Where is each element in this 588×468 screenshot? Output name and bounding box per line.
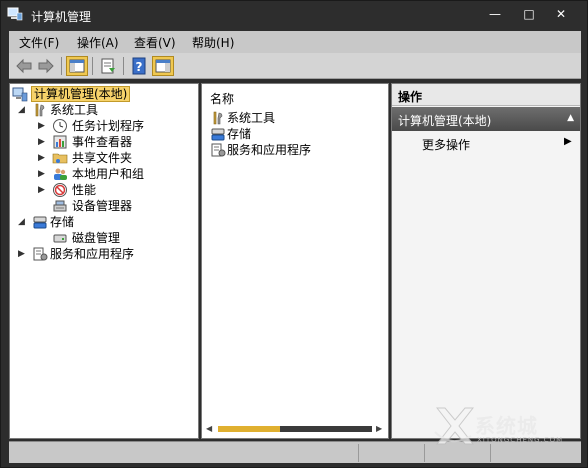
toolbar-separator xyxy=(92,57,93,75)
maximize-button[interactable]: □ xyxy=(517,5,541,23)
computer-management-icon xyxy=(7,7,23,21)
tree-label-local-users: 本地用户和组 xyxy=(72,167,145,181)
menu-file[interactable]: 文件(F) xyxy=(19,34,59,51)
event-viewer-icon xyxy=(53,135,67,149)
expand-arrow-icon[interactable]: ▶ xyxy=(38,166,48,182)
show-hide-tree-button[interactable] xyxy=(66,56,88,76)
menu-view[interactable]: 查看(V) xyxy=(134,34,176,51)
tree-item-system-tools[interactable]: ◢ 系统工具 xyxy=(18,102,188,118)
tree-item-device-manager[interactable]: 设备管理器 xyxy=(38,198,188,214)
tree-label-device-manager: 设备管理器 xyxy=(72,199,133,213)
tree-label-system-tools: 系统工具 xyxy=(50,103,99,117)
window-title: 计算机管理 xyxy=(31,10,92,24)
menu-help[interactable]: 帮助(H) xyxy=(192,34,234,51)
list-item[interactable]: 服务和应用程序 xyxy=(210,142,380,158)
shared-folder-icon xyxy=(52,153,68,164)
back-button[interactable] xyxy=(13,56,35,76)
close-button[interactable]: ✕ xyxy=(549,5,573,23)
tree-label-performance: 性能 xyxy=(72,183,97,197)
storage-icon xyxy=(211,128,225,141)
expand-arrow-icon[interactable]: ▶ xyxy=(38,150,48,166)
column-header-name[interactable]: 名称 xyxy=(210,90,234,107)
tree-label-root: 计算机管理(本地) xyxy=(31,86,131,102)
list-item-label: 存储 xyxy=(227,127,252,141)
actions-pane: 操作 计算机管理(本地) ▲ 更多操作 ▶ xyxy=(391,83,581,439)
back-arrow-icon xyxy=(16,58,32,74)
expand-arrow-icon[interactable]: ▶ xyxy=(38,118,48,134)
more-actions-item[interactable]: 更多操作 xyxy=(422,136,470,153)
watermark-logo-icon xyxy=(434,407,475,445)
toolbar-separator xyxy=(61,57,62,75)
show-hide-action-pane-icon xyxy=(155,59,171,73)
svg-text:?: ? xyxy=(136,60,143,74)
collapse-arrow-icon[interactable]: ◢ xyxy=(18,102,28,118)
tree-item-performance[interactable]: ▶ 性能 xyxy=(38,182,188,198)
actions-group-label: 计算机管理(本地) xyxy=(398,114,492,128)
collapse-arrow-icon[interactable]: ◢ xyxy=(18,214,28,230)
toolbar: ? xyxy=(9,53,581,79)
tree-item-task-scheduler[interactable]: ▶ 任务计划程序 xyxy=(38,118,188,134)
collapse-caret-icon[interactable]: ▲ xyxy=(567,113,574,123)
computer-management-icon xyxy=(12,87,28,102)
disk-management-icon xyxy=(53,234,67,243)
list-item-label: 服务和应用程序 xyxy=(227,143,312,157)
expand-arrow-icon[interactable]: ▶ xyxy=(38,134,48,150)
title-bar[interactable]: 计算机管理 — □ ✕ xyxy=(1,1,587,29)
export-list-icon xyxy=(101,58,115,74)
clock-icon xyxy=(53,119,67,133)
status-segment xyxy=(9,444,359,462)
minimize-button[interactable]: — xyxy=(483,5,507,23)
tree-label-disk-management: 磁盘管理 xyxy=(72,231,121,245)
computer-management-window: 计算机管理 — □ ✕ 文件(F) 操作(A) 查看(V) 帮助(H) ? 计算… xyxy=(0,0,588,468)
performance-icon xyxy=(53,183,67,197)
status-segment xyxy=(359,444,425,462)
watermark-subtext: XITONGCHENG.COM xyxy=(477,436,564,444)
device-manager-icon xyxy=(53,200,67,212)
tree-label-services-apps: 服务和应用程序 xyxy=(50,247,135,261)
show-hide-action-pane-button[interactable] xyxy=(152,56,174,76)
tree-item-shared-folders[interactable]: ▶ 共享文件夹 xyxy=(38,150,188,166)
console-tree-pane[interactable]: 计算机管理(本地) ◢ 系统工具 ▶ 任务计划程序 ▶ 事件查看器 ▶ 共享文件… xyxy=(9,83,199,439)
tree-label-storage: 存储 xyxy=(50,215,75,229)
tree-item-disk-management[interactable]: 磁盘管理 xyxy=(38,230,188,246)
tree-item-root[interactable]: 计算机管理(本地) xyxy=(12,86,192,102)
menu-bar: 文件(F) 操作(A) 查看(V) 帮助(H) xyxy=(9,31,581,53)
submenu-arrow-icon[interactable]: ▶ xyxy=(564,136,572,147)
help-icon: ? xyxy=(132,57,146,75)
export-list-button[interactable] xyxy=(97,56,119,76)
site-watermark: 系统城 XITONGCHENG.COM xyxy=(431,396,581,456)
forward-button[interactable] xyxy=(35,56,57,76)
tree-label-event-viewer: 事件查看器 xyxy=(72,135,133,149)
scroll-right-icon[interactable]: ▶ xyxy=(376,422,382,436)
tree-label-shared-folders: 共享文件夹 xyxy=(72,151,133,165)
tree-item-event-viewer[interactable]: ▶ 事件查看器 xyxy=(38,134,188,150)
users-icon xyxy=(54,168,67,180)
actions-header: 操作 xyxy=(392,84,580,106)
menu-action[interactable]: 操作(A) xyxy=(77,34,119,51)
expand-arrow-icon[interactable]: ▶ xyxy=(38,182,48,198)
scroll-thumb[interactable] xyxy=(218,426,280,432)
storage-icon xyxy=(33,216,47,229)
help-button[interactable]: ? xyxy=(128,56,150,76)
list-item[interactable]: 存储 xyxy=(210,126,380,142)
services-apps-icon xyxy=(33,247,48,261)
forward-arrow-icon xyxy=(38,58,54,74)
show-hide-tree-icon xyxy=(69,59,85,73)
system-tools-icon xyxy=(213,111,223,125)
list-item[interactable]: 系统工具 xyxy=(210,110,380,126)
tree-label-task-scheduler: 任务计划程序 xyxy=(72,119,145,133)
watermark-text: 系统城 xyxy=(475,414,538,438)
horizontal-scrollbar[interactable]: ◀ ▶ xyxy=(206,422,384,436)
system-tools-icon xyxy=(35,103,45,117)
toolbar-separator xyxy=(123,57,124,75)
tree-item-local-users[interactable]: ▶ 本地用户和组 xyxy=(38,166,188,182)
tree-item-storage[interactable]: ◢ 存储 xyxy=(18,214,188,230)
scroll-left-icon[interactable]: ◀ xyxy=(206,422,212,436)
tree-item-services-apps[interactable]: ▶ 服务和应用程序 xyxy=(18,246,188,262)
list-item-label: 系统工具 xyxy=(227,111,276,125)
results-pane[interactable]: 名称 系统工具 存储 服务和应用程序 ◀ ▶ xyxy=(201,83,389,439)
services-apps-icon xyxy=(211,143,226,157)
actions-group-header[interactable]: 计算机管理(本地) ▲ xyxy=(392,107,580,131)
expand-arrow-icon[interactable]: ▶ xyxy=(18,246,28,262)
